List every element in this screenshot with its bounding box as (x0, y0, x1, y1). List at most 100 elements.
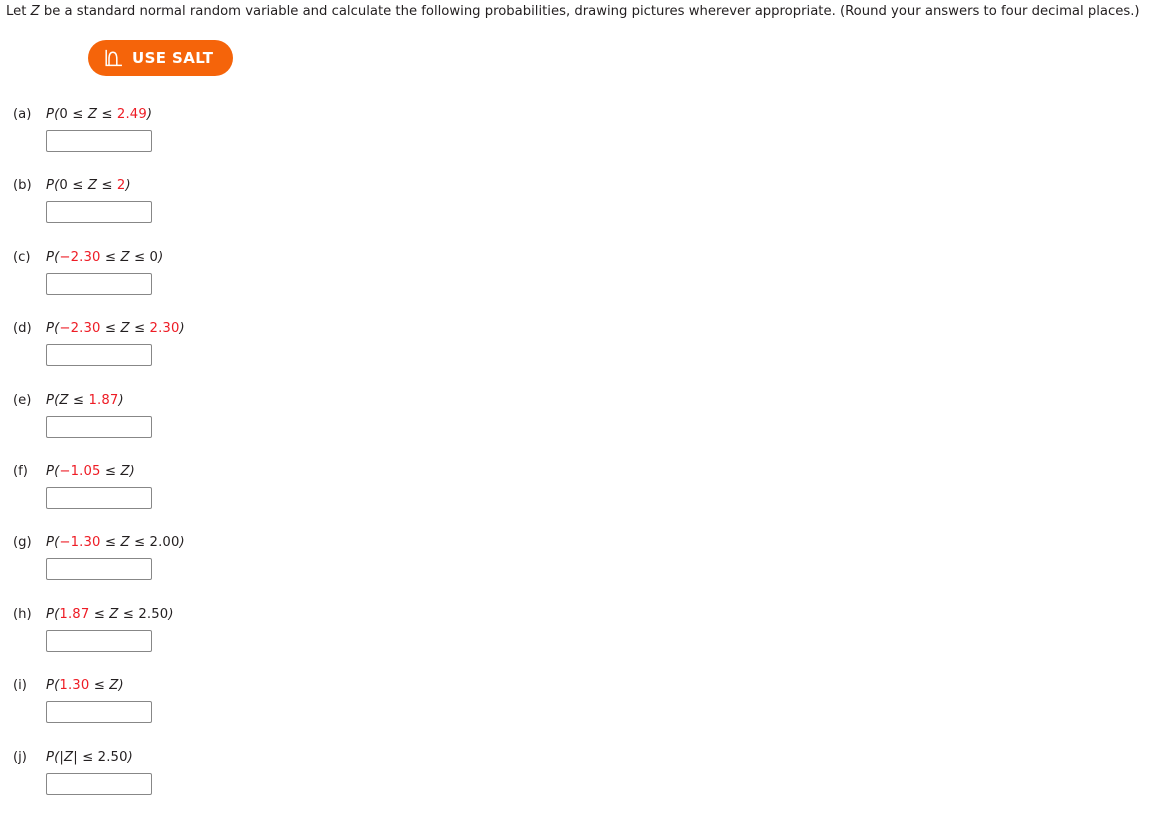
probability-expression: P(|Z| ≤ 2.50) (46, 749, 133, 766)
expression-token: 0 (59, 178, 68, 194)
expression-token: ≤ (97, 107, 117, 122)
expression-token: P( (46, 178, 60, 194)
expression-token: ≤ (89, 678, 110, 694)
expression-token: ≤ (100, 249, 121, 265)
expression-token: Z (120, 463, 130, 479)
expression-token: ) (179, 535, 185, 551)
problem-statement: Let Z be a standard normal random variab… (6, 3, 1140, 21)
expression-token: ≤ (100, 535, 121, 551)
problem-statement-part1: Let (6, 4, 31, 19)
expression-token: ≤ (100, 321, 121, 337)
question-row-e: (e) P(Z ≤ 1.87) (0, 390, 1173, 461)
question-label: (g) (13, 535, 32, 551)
expression-token: 2.00 (149, 535, 180, 551)
question-label: (a) (13, 107, 32, 122)
expression-token: P( (46, 321, 60, 337)
answer-input[interactable] (46, 701, 152, 724)
probability-expression: P(0 ≤ Z ≤ 2) (46, 177, 131, 194)
question-row-h: (h) P(1.87 ≤ Z ≤ 2.50) (0, 604, 1173, 675)
expression-token: Z (120, 321, 130, 337)
probability-expression: P(−2.30 ≤ Z ≤ 2.30) (46, 320, 185, 337)
expression-token: −2.30 (59, 249, 101, 265)
expression-token: ) (118, 392, 124, 408)
expression-token: ) (127, 749, 133, 765)
expression-token: Z (120, 535, 130, 551)
expression-token: −2.30 (59, 321, 101, 337)
probability-expression: P(−2.30 ≤ Z ≤ 0) (46, 249, 163, 266)
question-label: (d) (13, 321, 32, 337)
question-row-i: (i) P(1.30 ≤ Z) (0, 675, 1173, 746)
expression-token: ) (168, 606, 174, 622)
expression-token: P( (46, 249, 60, 265)
expression-token: ) (158, 249, 164, 265)
question-row-j: (j) P(|Z| ≤ 2.50) (0, 747, 1173, 818)
expression-token: 0 (59, 107, 68, 122)
answer-input[interactable] (46, 344, 152, 367)
expression-token: 0 (149, 249, 159, 265)
expression-token: −1.05 (59, 463, 101, 479)
expression-token: Z (120, 249, 130, 265)
use-salt-button-label: USE SALT (132, 49, 214, 67)
probability-expression: P(−1.05 ≤ Z) (46, 463, 135, 480)
question-row-a: (a) P(0 ≤ Z ≤ 2.49) (0, 104, 1173, 175)
question-label: (h) (13, 606, 32, 622)
question-label: (e) (13, 392, 32, 408)
expression-token: P( (46, 392, 60, 408)
expression-token: P( (46, 606, 60, 622)
expression-token: 2.30 (149, 321, 180, 337)
answer-input[interactable] (46, 558, 152, 581)
answer-input[interactable] (46, 486, 152, 509)
expression-token: ≤ (129, 321, 150, 337)
answer-input[interactable] (46, 772, 152, 795)
question-row-g: (g) P(−1.30 ≤ Z ≤ 2.00) (0, 532, 1173, 603)
question-list: (a) P(0 ≤ Z ≤ 2.49) (b) P(0 ≤ Z ≤ 2) (c) P(−2… (0, 104, 1173, 818)
expression-token: ≤ (97, 178, 117, 194)
expression-token: Z (59, 392, 69, 408)
question-label: (f) (13, 463, 28, 479)
probability-expression: P(−1.30 ≤ Z ≤ 2.00) (46, 534, 185, 551)
expression-token: 2.50 (138, 606, 169, 622)
question-row-f: (f) P(−1.05 ≤ Z) (0, 461, 1173, 532)
expression-token: P(| (46, 749, 64, 765)
question-row-b: (b) P(0 ≤ Z ≤ 2) (0, 175, 1173, 246)
expression-token: ) (129, 463, 135, 479)
answer-input[interactable] (46, 415, 152, 438)
expression-token: | ≤ (73, 749, 98, 765)
expression-token: 1.87 (59, 606, 90, 622)
random-variable-symbol: Z (30, 4, 40, 19)
expression-token: ≤ (68, 392, 89, 408)
answer-input[interactable] (46, 272, 152, 295)
question-row-d: (d) P(−2.30 ≤ Z ≤ 2.30) (0, 318, 1173, 389)
expression-token: ≤ (129, 249, 150, 265)
probability-expression: P(1.87 ≤ Z ≤ 2.50) (46, 606, 174, 623)
expression-token: P( (46, 535, 60, 551)
expression-token: ≤ (89, 606, 110, 622)
problem-page: Let Z be a standard normal random variab… (0, 0, 1173, 819)
expression-token: P( (46, 463, 60, 479)
expression-token: ) (179, 321, 185, 337)
use-salt-button[interactable]: USE SALT (88, 40, 234, 76)
problem-statement-part2: be a standard normal random variable and… (39, 4, 1140, 19)
expression-token: Z (87, 178, 98, 194)
expression-token: 1.30 (59, 678, 90, 694)
expression-token: P( (46, 107, 60, 122)
expression-token: ) (125, 178, 131, 194)
expression-token: ≤ (67, 178, 88, 194)
answer-input[interactable] (46, 201, 152, 224)
question-label: (j) (13, 749, 27, 765)
answer-input[interactable] (46, 629, 152, 652)
expression-token: −1.30 (59, 535, 101, 551)
expression-token: ≤ (67, 107, 88, 122)
question-label: (i) (13, 678, 27, 694)
expression-token: 2.49 (116, 107, 147, 122)
probability-expression: P(Z ≤ 1.87) (46, 392, 124, 409)
normal-curve-icon (104, 49, 123, 68)
expression-token: P( (46, 678, 60, 694)
expression-token: 1.87 (88, 392, 119, 408)
question-row-c: (c) P(−2.30 ≤ Z ≤ 0) (0, 247, 1173, 318)
probability-expression: P(0 ≤ Z ≤ 2.49) (46, 106, 152, 123)
expression-token: ) (146, 107, 153, 122)
answer-input[interactable] (46, 130, 152, 152)
expression-token: ) (118, 678, 124, 694)
expression-token: ≤ (118, 606, 139, 622)
